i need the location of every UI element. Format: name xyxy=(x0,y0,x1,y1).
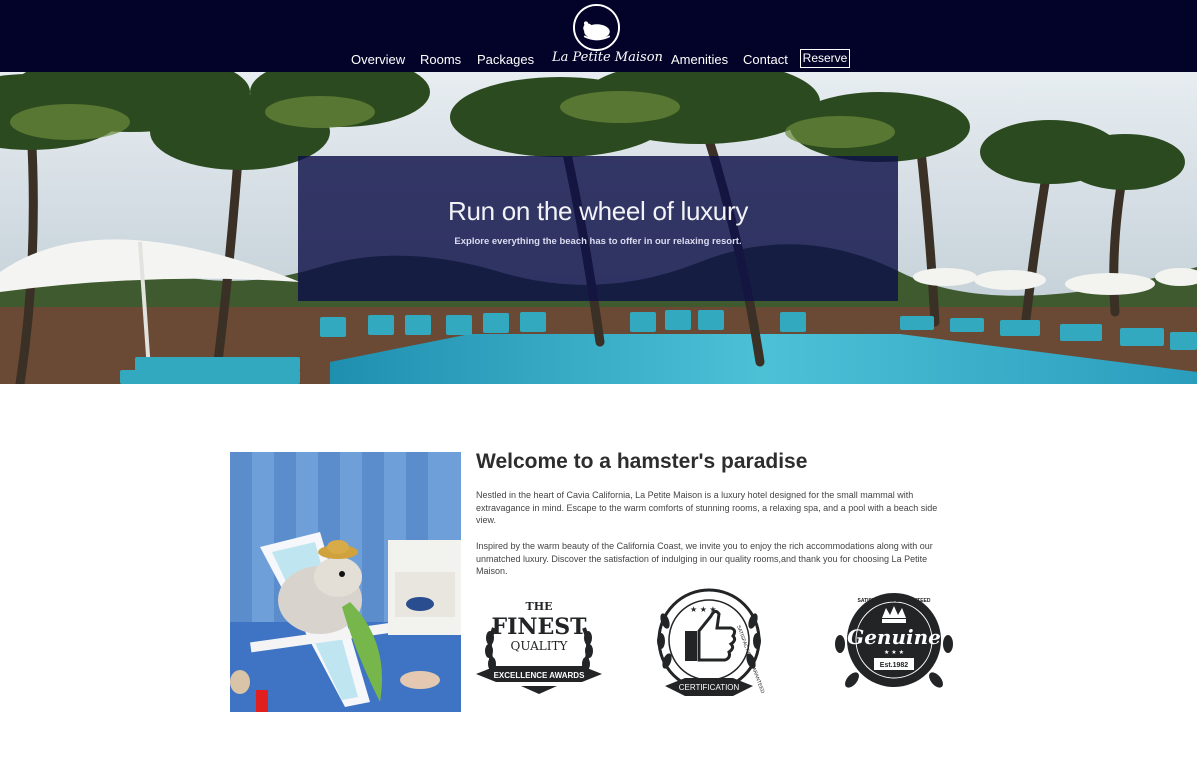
genuine-badge: SATISFACTION GUARANTEED Genuine ★ ★ ★ Es… xyxy=(830,592,958,702)
genuine-est-text: Est.1982 xyxy=(880,662,909,669)
certification-badge: ★ ★ ★ SATISFACTION GUARANTEED CERTIFICAT… xyxy=(645,586,773,706)
welcome-heading: Welcome to a hamster's paradise xyxy=(476,450,808,473)
hero-banner: Run on the wheel of luxury Explore every… xyxy=(0,72,1197,384)
nav-amenities[interactable]: Amenities xyxy=(671,52,728,68)
hamster-logo-icon[interactable] xyxy=(573,4,620,51)
welcome-paragraph-2: Inspired by the warm beauty of the Calif… xyxy=(476,541,933,577)
reserve-button[interactable]: Reserve xyxy=(800,49,850,68)
nav-overview[interactable]: Overview xyxy=(351,52,405,68)
certification-ribbon-text: CERTIFICATION xyxy=(679,683,740,692)
svg-text:★ ★ ★: ★ ★ ★ xyxy=(884,649,904,656)
site-header: Overview Rooms Packages La Petite Maison… xyxy=(0,0,1197,72)
finest-quality-badge: THE FINEST QUALITY EXCELLENCE AWARDS xyxy=(476,598,602,696)
genuine-arc-text: SATISFACTION GUARANTEED xyxy=(858,598,931,604)
nav-packages[interactable]: Packages xyxy=(477,52,534,68)
nav-brand-name[interactable]: La Petite Maison xyxy=(552,50,663,65)
finest-top-text: THE xyxy=(526,600,553,613)
welcome-paragraph-1: Nestled in the heart of Cavia California… xyxy=(476,490,938,526)
hero-subtitle: Explore everything the beach has to offe… xyxy=(454,236,742,247)
hamster-photo xyxy=(230,452,461,712)
nav-contact[interactable]: Contact xyxy=(743,52,788,68)
thumbs-up-icon xyxy=(685,609,737,662)
finest-main-text: FINEST xyxy=(491,614,587,640)
hero-title: Run on the wheel of luxury xyxy=(447,196,749,226)
genuine-main-text: Genuine xyxy=(847,625,941,649)
nav-rooms[interactable]: Rooms xyxy=(420,52,461,68)
finest-sub-text: QUALITY xyxy=(511,639,569,653)
finest-ribbon-text: EXCELLENCE AWARDS xyxy=(494,671,585,680)
hero-overlay: Run on the wheel of luxury Explore every… xyxy=(298,156,898,301)
